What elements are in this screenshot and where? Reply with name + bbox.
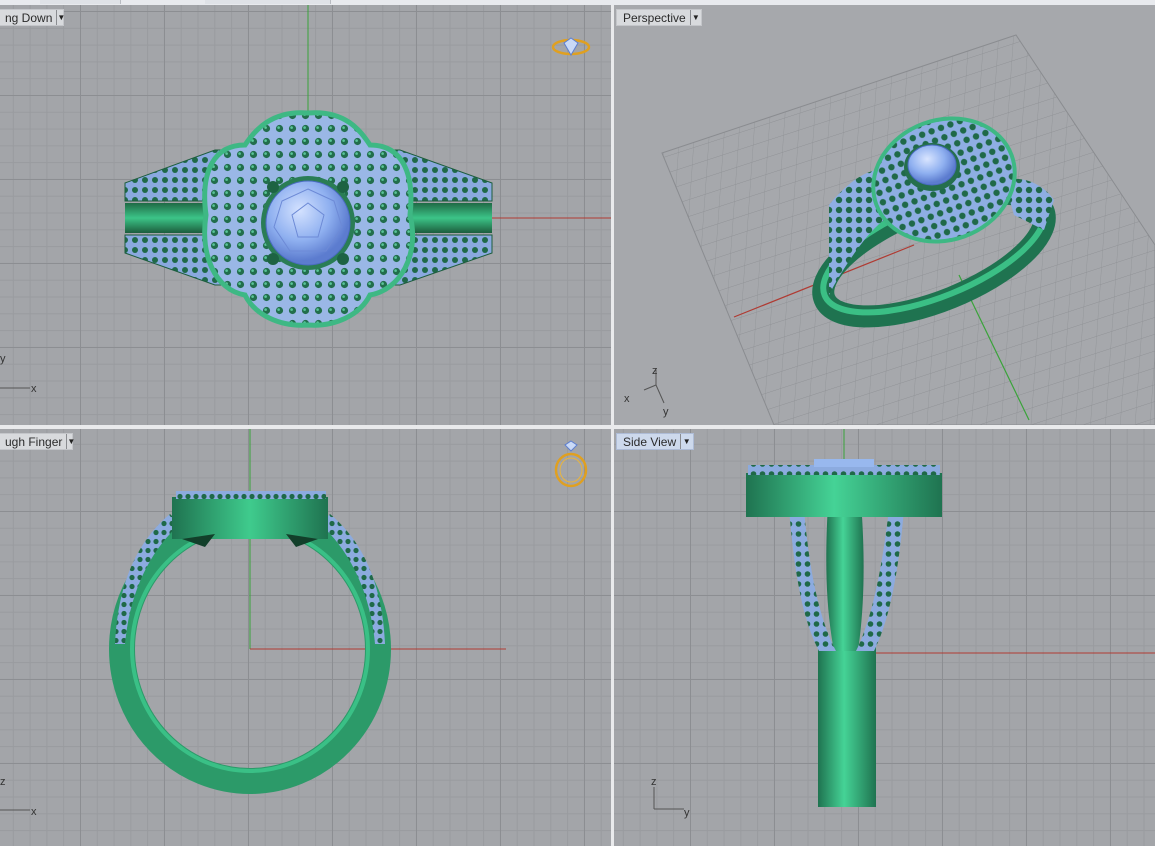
axis-x-label: x [31,383,37,395]
viewport-top-left[interactable]: x y ng Down ▼ [0,5,611,425]
viewport-label[interactable]: Side View ▼ [616,433,694,450]
viewport-splitter-horizontal[interactable] [0,425,1155,429]
toolbar-tab[interactable] [300,0,331,4]
viewport-side-view[interactable]: z y Side View ▼ [614,429,1155,846]
ring-top-view: x y [0,5,611,395]
ring-perspective-view: z x y [624,34,1155,425]
viewport-label[interactable]: Perspective ▼ [616,9,702,26]
axis-y-label: y [684,807,690,819]
dropdown-arrow-icon[interactable]: ▼ [66,434,75,449]
toolbar-tab[interactable] [205,0,301,4]
viewport-label[interactable]: ng Down ▼ [0,9,65,26]
viewport-bottom-left[interactable]: x z ugh Finger ▼ [0,429,611,846]
ring-front-widget-icon[interactable] [551,438,591,490]
axis-z-label: z [0,776,6,788]
axis-z-label: z [651,776,657,788]
axis-x-label: x [624,393,630,405]
ring-side-view: z y [651,429,1155,819]
axis-y-label: y [663,406,669,418]
axis-y-label: y [0,353,6,365]
ring-front-view: x z [0,429,506,818]
dropdown-arrow-icon[interactable]: ▼ [680,434,692,449]
viewport-perspective[interactable]: z x y Perspective ▼ [614,5,1155,425]
axis-x-label: x [31,806,37,818]
dropdown-arrow-icon[interactable]: ▼ [56,10,65,25]
viewport-label[interactable]: ugh Finger ▼ [0,433,75,450]
ring-top-widget-icon[interactable] [550,35,592,61]
axis-z-label: z [652,365,658,377]
dropdown-arrow-icon[interactable]: ▼ [689,10,701,25]
toolbar-tab[interactable] [40,0,121,4]
